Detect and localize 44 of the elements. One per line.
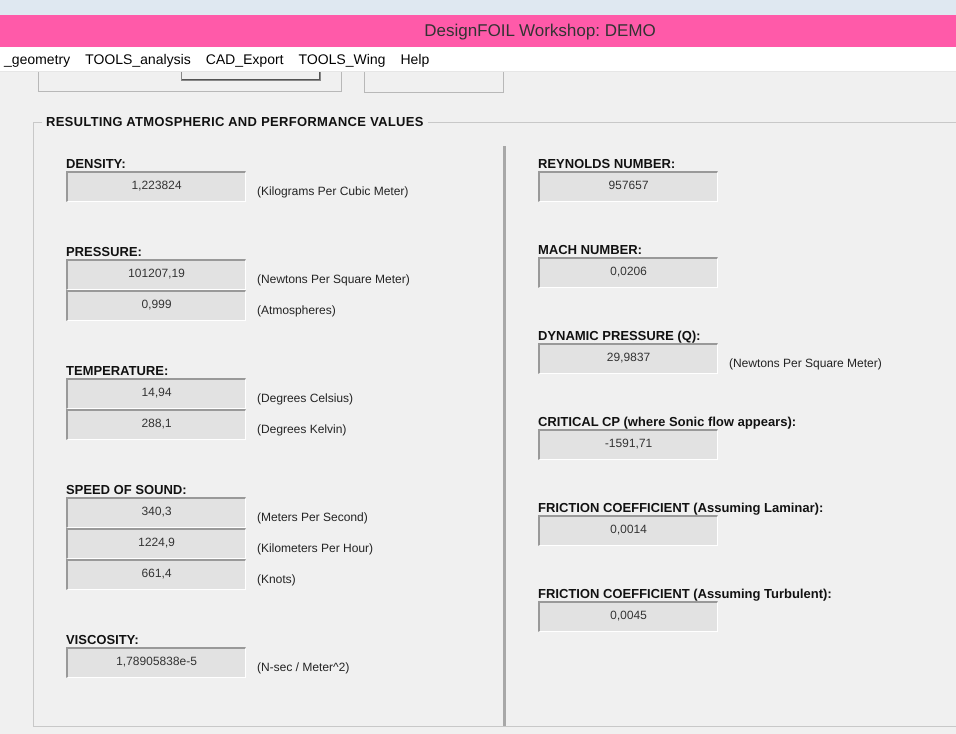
field-label: SPEED OF SOUND: bbox=[66, 482, 188, 497]
value-field[interactable]: 101207,19 bbox=[66, 259, 246, 290]
value-field[interactable]: 1,78905838e-5 bbox=[66, 647, 246, 678]
value-field[interactable]: 288,1 bbox=[66, 409, 246, 440]
group-title: RESULTING ATMOSPHERIC AND PERFORMANCE VALUES bbox=[42, 114, 428, 129]
value-field[interactable]: 340,3 bbox=[66, 497, 246, 528]
menu-item[interactable]: _geometry bbox=[4, 51, 70, 67]
unit-label: (Kilometers Per Hour) bbox=[257, 540, 374, 554]
menu-item[interactable]: CAD_Export bbox=[206, 51, 284, 67]
menu-item[interactable]: TOOLS_Wing bbox=[298, 51, 386, 67]
field-label: PRESSURE: bbox=[66, 244, 143, 259]
unit-label: (Newtons Per Square Meter) bbox=[257, 272, 410, 286]
field-label: REYNOLDS NUMBER: bbox=[538, 156, 676, 171]
value-field[interactable]: 1,223824 bbox=[66, 171, 246, 202]
unit-label: (Meters Per Second) bbox=[257, 510, 368, 524]
unit-label: (Knots) bbox=[257, 572, 296, 586]
unit-label: (Degrees Kelvin) bbox=[257, 422, 346, 436]
unit-label: (Atmospheres) bbox=[257, 302, 336, 316]
value-field[interactable]: -1591,71 bbox=[538, 429, 718, 460]
field-label: FRICTION COEFFICIENT (Assuming Laminar): bbox=[538, 500, 824, 515]
value-field[interactable]: 957657 bbox=[538, 171, 718, 202]
menu-item[interactable]: Help bbox=[400, 51, 430, 67]
value-field[interactable]: 14,94 bbox=[66, 378, 246, 409]
value-field[interactable]: 0,0045 bbox=[538, 601, 718, 632]
value-field[interactable]: 29,9837 bbox=[538, 343, 718, 374]
unit-label: (Degrees Celsius) bbox=[257, 390, 354, 404]
menu-item[interactable]: TOOLS_analysis bbox=[85, 51, 191, 67]
field-label: TEMPERATURE: bbox=[66, 363, 170, 378]
field-label: VISCOSITY: bbox=[66, 632, 140, 647]
unit-label: (Kilograms Per Cubic Meter) bbox=[257, 184, 408, 198]
blank-button[interactable] bbox=[181, 72, 321, 81]
value-field[interactable]: 0,999 bbox=[66, 290, 246, 321]
unit-label: (Newtons Per Square Meter) bbox=[729, 356, 882, 370]
field-label: MACH NUMBER: bbox=[538, 242, 643, 257]
field-label: FRICTION COEFFICIENT (Assuming Turbulent): bbox=[538, 586, 833, 601]
value-field[interactable]: 0,0014 bbox=[538, 515, 718, 546]
field-label: CRITICAL CP (where Sonic flow appears): bbox=[538, 414, 798, 429]
window-title: DesignFOIL Workshop: DEMO bbox=[424, 21, 656, 41]
field-label: DENSITY: bbox=[66, 156, 127, 171]
value-field[interactable]: 1224,9 bbox=[66, 528, 246, 559]
field-label: DYNAMIC PRESSURE (Q): bbox=[538, 328, 702, 343]
value-field[interactable]: 661,4 bbox=[66, 559, 246, 590]
unit-label: (N-sec / Meter^2) bbox=[257, 660, 350, 674]
value-field[interactable]: 0,0206 bbox=[538, 257, 718, 288]
